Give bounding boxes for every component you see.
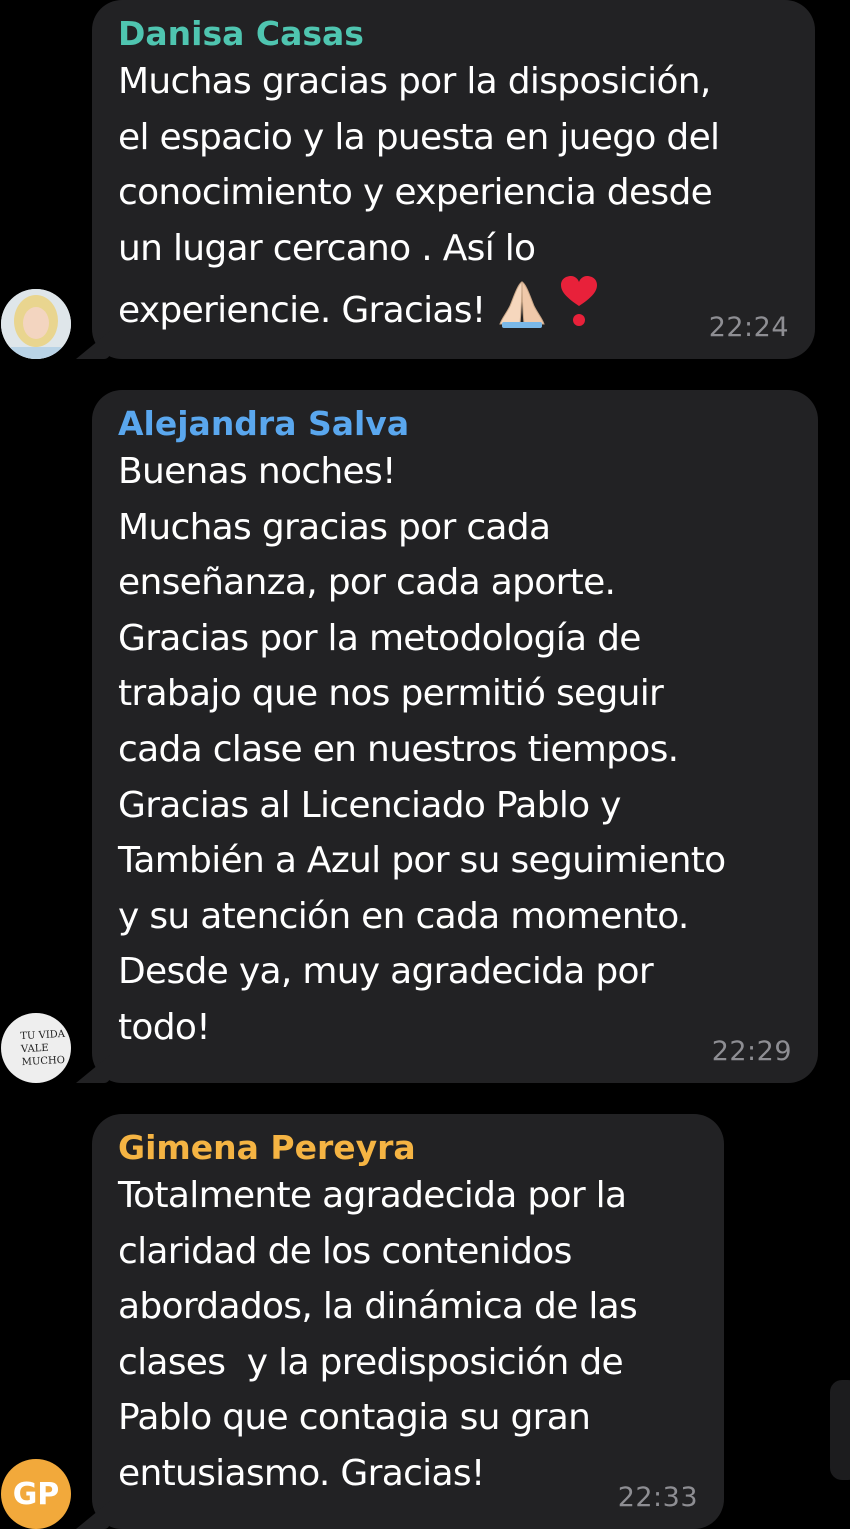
message-timestamp: 22:24: [708, 312, 789, 343]
avatar-initials: GP: [12, 1476, 60, 1512]
message-timestamp: 22:33: [617, 1482, 698, 1513]
sender-name[interactable]: Danisa Casas: [118, 14, 785, 54]
message-bubble-gimena[interactable]: Gimena Pereyra Totalmente agradecida por…: [76, 1114, 724, 1529]
avatar-danisa[interactable]: [1, 289, 71, 359]
photo-avatar-icon: [1, 289, 71, 359]
avatar-alejandra[interactable]: TU VIDA VALE MUCHO: [1, 1013, 71, 1083]
avatar-text-line: TU VIDA: [20, 1028, 66, 1043]
message-timestamp: 22:29: [711, 1036, 792, 1067]
bubble-tail: [76, 1055, 110, 1083]
sender-name[interactable]: Alejandra Salva: [118, 404, 788, 444]
avatar-gimena[interactable]: GP: [1, 1459, 71, 1529]
scroll-to-bottom-handle[interactable]: [830, 1380, 850, 1480]
heart-exclamation-emoji: [559, 276, 599, 345]
bubble-tail: [76, 331, 110, 359]
bubble-tail: [76, 1501, 110, 1529]
folded-hands-emoji: [496, 278, 548, 345]
message-text: Muchas gracias por la disposición, el es…: [118, 54, 785, 345]
message-text: Totalmente agradecida por la claridad de…: [118, 1175, 638, 1494]
message-bubble-alejandra[interactable]: Alejandra Salva Buenas noches! Muchas gr…: [76, 390, 818, 1083]
sender-name[interactable]: Gimena Pereyra: [118, 1128, 694, 1168]
avatar-text-line: MUCHO: [21, 1054, 66, 1069]
message-text: Buenas noches! Muchas gracias por cada e…: [118, 451, 726, 1048]
message-bubble-danisa[interactable]: Danisa Casas Muchas gracias por la dispo…: [76, 0, 815, 359]
